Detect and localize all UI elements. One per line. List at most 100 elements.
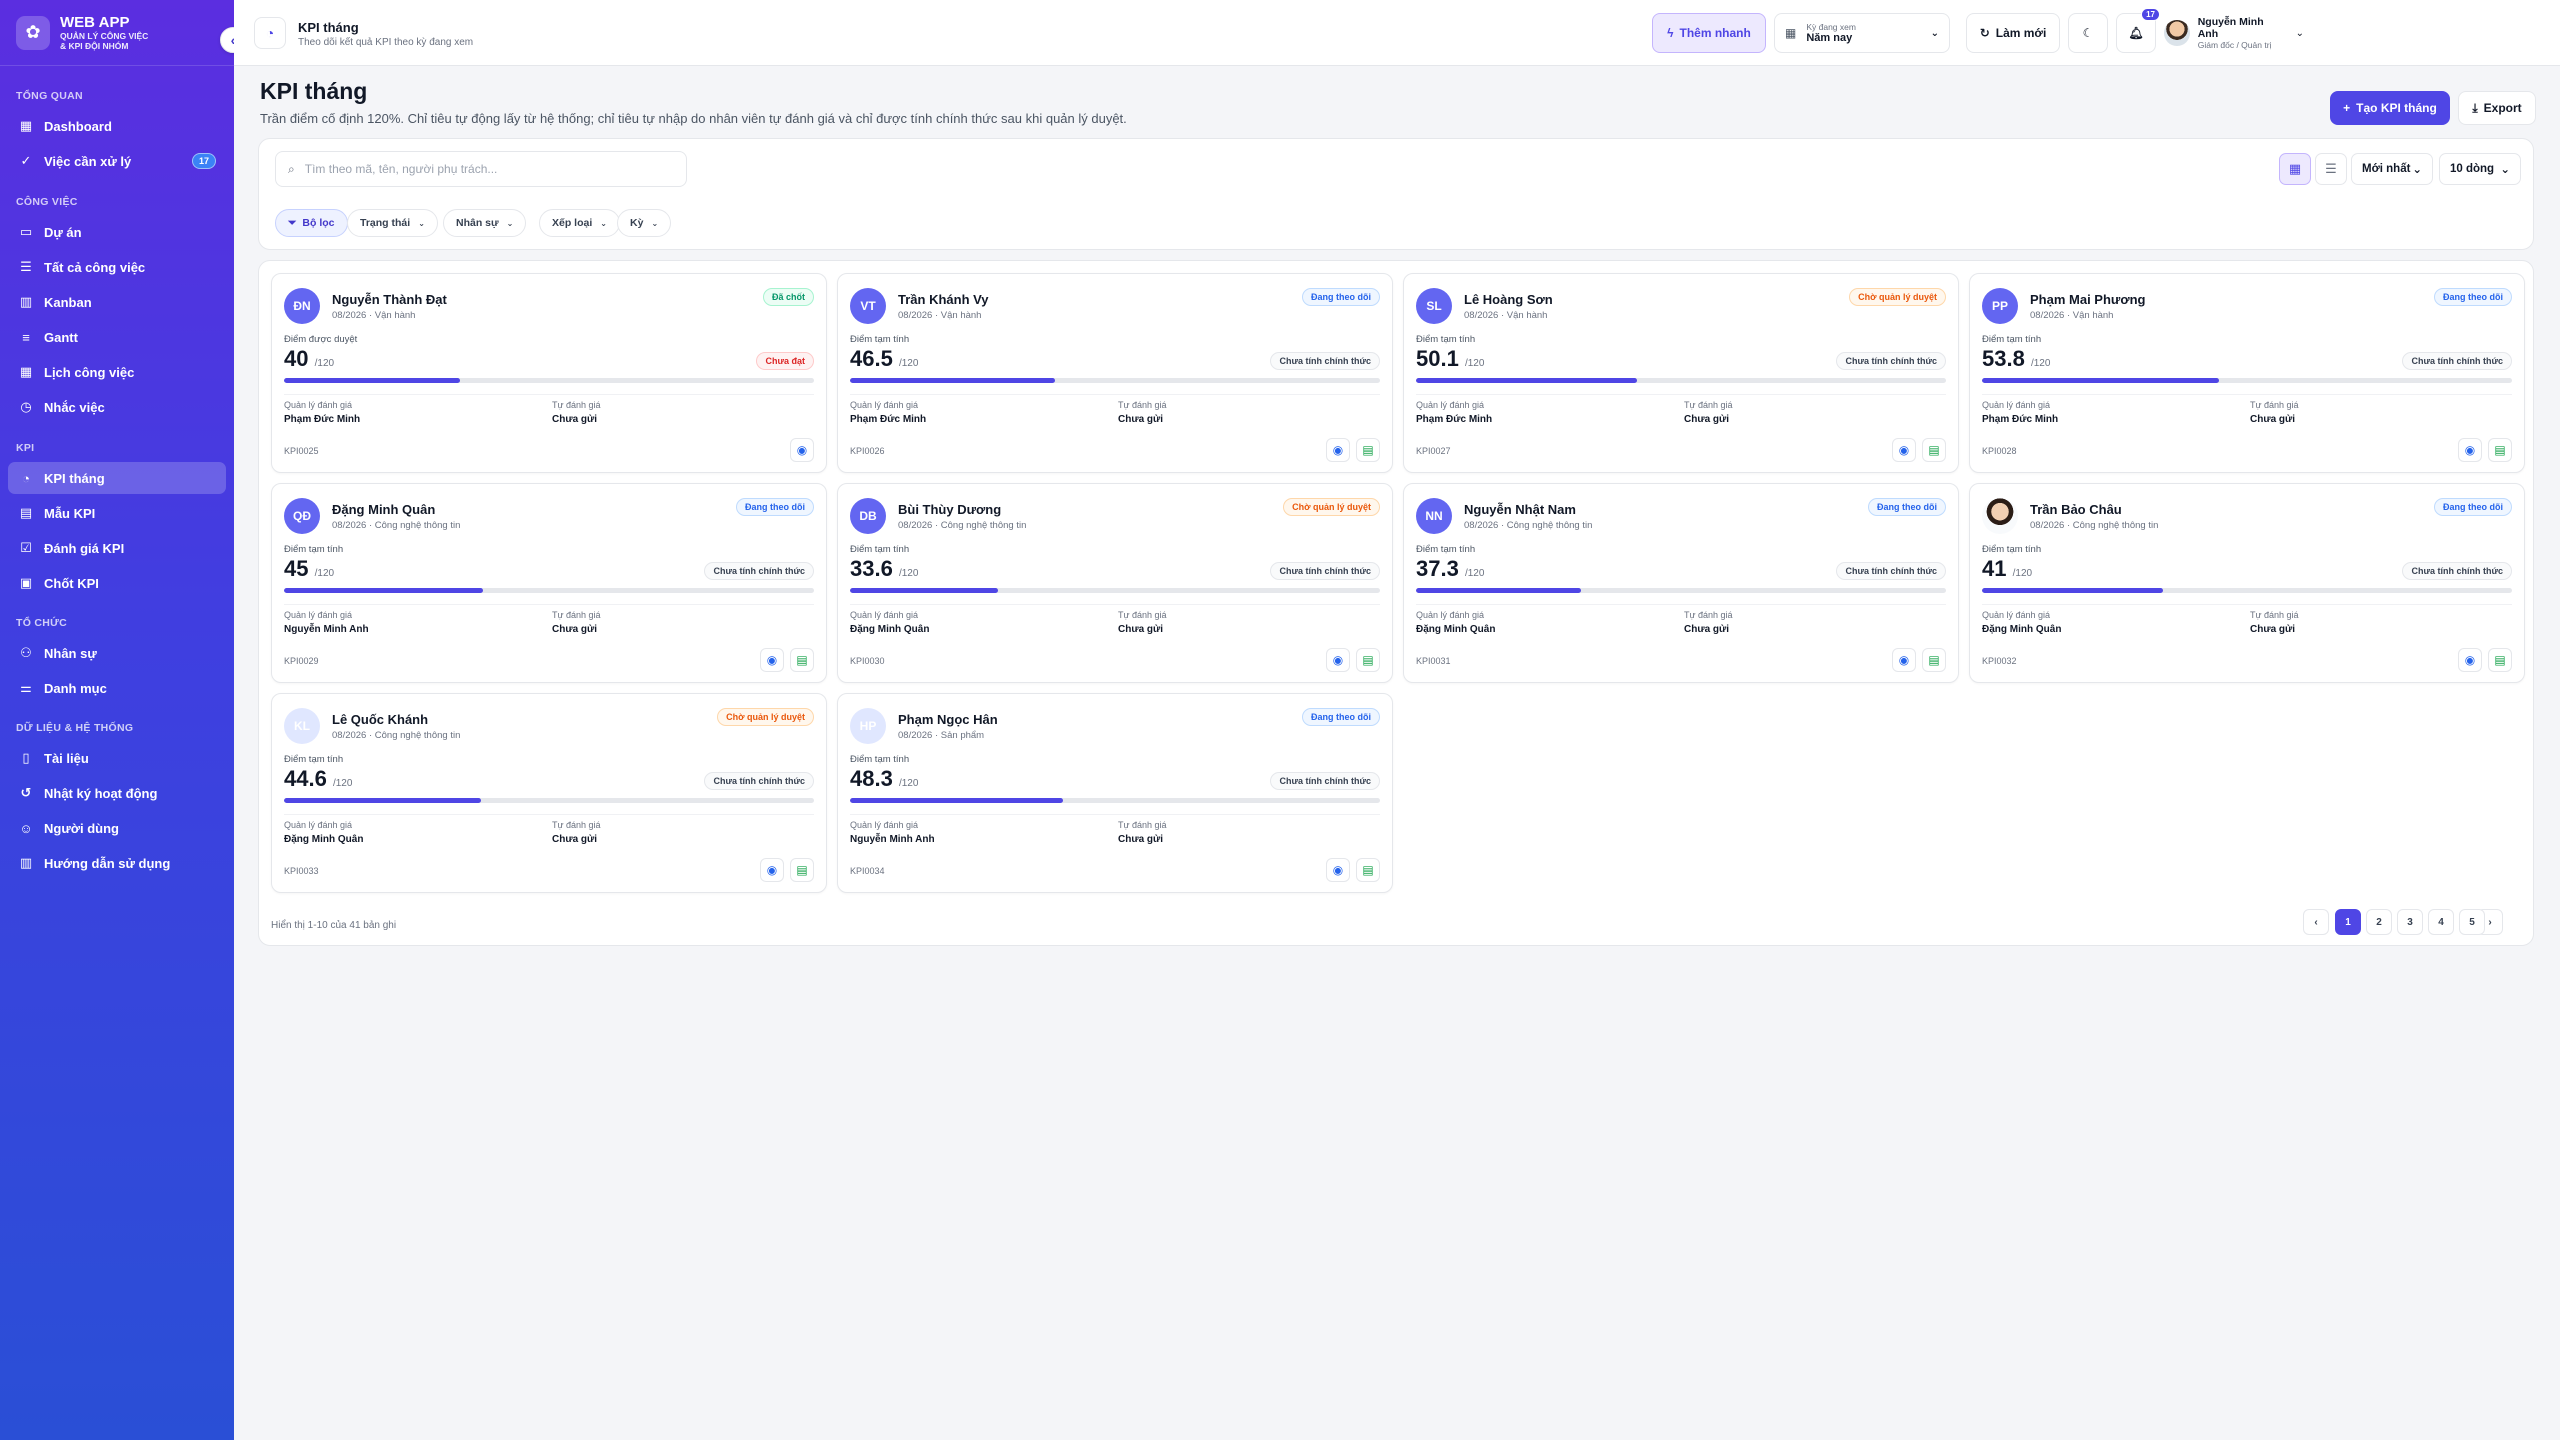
sidebar-item-label: Đánh giá KPI	[44, 540, 125, 556]
quick-add-button[interactable]: ϟ Thêm nhanh	[1652, 13, 1766, 53]
page-button[interactable]: 3	[2397, 909, 2423, 935]
kpi-card[interactable]: PP Phạm Mai Phương 08/2026 · Vận hành Đa…	[1969, 273, 2525, 473]
nav-section-kpi: KPI	[16, 442, 35, 454]
sidebar-item[interactable]: ▥ Kanban	[8, 286, 226, 318]
period-select[interactable]: ▦ Kỳ đang xem Năm nay ⌄	[1774, 13, 1950, 53]
page-size-select[interactable]: 10 dòng ⌄	[2439, 153, 2521, 185]
result-pill: Chưa tính chính thức	[1270, 772, 1380, 790]
brand[interactable]: ✿ WEB APP QUẢN LÝ CÔNG VIỆC & KPI ĐỘI NH…	[0, 0, 234, 66]
evaluate-button[interactable]: ▤	[1356, 858, 1380, 882]
self-eval-value: Chưa gửi	[1118, 624, 1164, 635]
sidebar-item[interactable]: ☺ Người dùng	[8, 812, 226, 844]
grid-view-toggle[interactable]: ▦	[2279, 153, 2311, 185]
evaluate-button[interactable]: ▤	[790, 858, 814, 882]
view-button[interactable]: ◉	[790, 438, 814, 462]
kpi-card[interactable]: BC Trần Bảo Châu 08/2026 · Công nghệ thô…	[1969, 483, 2525, 683]
chevron-down-icon: ⌄	[418, 218, 425, 228]
search-input[interactable]: ⌕ Tìm theo mã, tên, người phụ trách...	[275, 151, 687, 187]
sidebar-item[interactable]: ◷ Nhắc việc	[8, 391, 226, 423]
gantt-icon: ≡	[22, 329, 30, 345]
page-button[interactable]: 2	[2366, 909, 2392, 935]
kpi-card[interactable]: KL Lê Quốc Khánh 08/2026 · Công nghệ thô…	[271, 693, 827, 893]
page-button[interactable]: 5	[2459, 909, 2485, 935]
alarm-icon: ◷	[20, 399, 32, 414]
filter-chip-status[interactable]: Trạng thái ⌄	[347, 209, 438, 237]
view-button[interactable]: ◉	[1892, 648, 1916, 672]
view-button[interactable]: ◉	[1326, 858, 1350, 882]
sidebar-item[interactable]: ▭ Dự án	[8, 216, 226, 248]
view-button[interactable]: ◉	[1892, 438, 1916, 462]
sidebar-item[interactable]: ☑ Đánh giá KPI	[8, 532, 226, 564]
sidebar-item[interactable]: ▦ Lịch công việc	[8, 356, 226, 388]
kpi-card[interactable]: ĐN Nguyễn Thành Đạt 08/2026 · Vận hành Đ…	[271, 273, 827, 473]
avatar: SL	[1416, 288, 1452, 324]
view-button[interactable]: ◉	[760, 648, 784, 672]
manager-label: Quản lý đánh giá	[284, 610, 353, 620]
kpi-card[interactable]: HP Phạm Ngọc Hân 08/2026 · Sản phẩm Đang…	[837, 693, 1393, 893]
sidebar-item[interactable]: ✓ Việc cần xử lý 17	[8, 145, 226, 177]
filter-chip-period[interactable]: Kỳ ⌄	[617, 209, 672, 237]
score-max: /120	[898, 778, 919, 789]
sidebar-item[interactable]: ▯ Tài liệu	[8, 742, 226, 774]
user-name: Nguyễn Minh Anh	[2197, 16, 2264, 40]
sidebar-item[interactable]: ▦ Dashboard	[8, 110, 226, 142]
view-button[interactable]: ◉	[2458, 438, 2482, 462]
kpi-card[interactable]: DB Bùi Thùy Dương 08/2026 · Công nghệ th…	[837, 483, 1393, 683]
notifications-button[interactable]: 🔔︎ 17	[2116, 8, 2160, 53]
sidebar-item[interactable]: ≡ Gantt	[8, 321, 226, 353]
filter-chip-staff[interactable]: Nhân sự ⌄	[443, 209, 527, 237]
quick-add-label: Thêm nhanh	[1679, 26, 1751, 40]
kpi-card[interactable]: SL Lê Hoàng Sơn 08/2026 · Vận hành Chờ q…	[1403, 273, 1959, 473]
eye-icon: ◉	[2464, 653, 2476, 667]
sidebar-item[interactable]: ⚇ Nhân sự	[8, 637, 226, 669]
kpi-card[interactable]: VT Trần Khánh Vy 08/2026 · Vận hành Đang…	[837, 273, 1393, 473]
table-view-toggle[interactable]: ☰	[2315, 153, 2347, 185]
status-badge: Đang theo dõi	[1868, 498, 1946, 516]
employee-name: Lê Quốc Khánh	[332, 712, 429, 727]
evaluate-button[interactable]: ▤	[2488, 438, 2512, 462]
export-button[interactable]: ⤓ Export	[2458, 91, 2536, 125]
evaluate-button[interactable]: ▤	[1922, 438, 1946, 462]
sidebar-item[interactable]: ▤ Mẫu KPI	[8, 497, 226, 529]
kpi-code: KPI0027	[1416, 446, 1451, 456]
card-divider	[284, 394, 814, 395]
sidebar-item[interactable]: ◔ KPI tháng	[8, 462, 226, 494]
kpi-card[interactable]: NN Nguyễn Nhật Nam 08/2026 · Công nghệ t…	[1403, 483, 1959, 683]
sidebar-item[interactable]: ▥ Hướng dẫn sử dụng	[8, 847, 226, 879]
page-button[interactable]: 1	[2335, 909, 2361, 935]
refresh-button[interactable]: ↻ Làm mới	[1966, 13, 2060, 53]
self-eval-value: Chưa gửi	[1118, 834, 1164, 845]
sort-select[interactable]: Mới nhất ⌄	[2351, 153, 2433, 185]
table-icon: ☰	[2325, 161, 2337, 176]
evaluate-button[interactable]: ▤	[1356, 648, 1380, 672]
user-menu[interactable]: Nguyễn Minh Anh Giám đốc / Quản trị ⌄	[2164, 13, 2304, 53]
page-button[interactable]: 4	[2428, 909, 2454, 935]
view-button[interactable]: ◉	[1326, 648, 1350, 672]
create-kpi-button[interactable]: + Tạo KPI tháng	[2330, 91, 2450, 125]
sidebar-item[interactable]: ⚌ Danh mục	[8, 672, 226, 704]
sidebar-item[interactable]: ☰ Tất cả công việc	[8, 251, 226, 283]
dark-mode-toggle[interactable]: ☾	[2068, 13, 2108, 53]
score-progress-bar	[1416, 588, 1946, 593]
sidebar-item-label: Dự án	[44, 224, 82, 240]
score-max: /120	[1464, 358, 1485, 369]
sidebar-item[interactable]: ↺ Nhật ký hoạt động	[8, 777, 226, 809]
score-max: /120	[898, 568, 919, 579]
evaluate-button[interactable]: ▤	[2488, 648, 2512, 672]
eye-icon: ◉	[1332, 443, 1344, 457]
view-button[interactable]: ◉	[760, 858, 784, 882]
prev-page-button[interactable]: ‹	[2303, 909, 2329, 935]
filter-chip-rank[interactable]: Xếp loại ⌄	[539, 209, 620, 237]
view-button[interactable]: ◉	[1326, 438, 1350, 462]
evaluate-button[interactable]: ▤	[790, 648, 814, 672]
manager-value: Đặng Minh Quân	[1982, 624, 2062, 635]
result-pill: Chưa đạt	[756, 352, 814, 370]
filter-chip-all[interactable]: ⏷ Bộ lọc	[275, 209, 348, 237]
view-button[interactable]: ◉	[2458, 648, 2482, 672]
evaluate-button[interactable]: ▤	[1356, 438, 1380, 462]
sidebar-item[interactable]: ▣ Chốt KPI	[8, 567, 226, 599]
self-eval-value: Chưa gửi	[1118, 414, 1164, 425]
employee-name: Bùi Thùy Dương	[898, 502, 1002, 517]
kpi-card[interactable]: QĐ Đặng Minh Quân 08/2026 · Công nghệ th…	[271, 483, 827, 683]
evaluate-button[interactable]: ▤	[1922, 648, 1946, 672]
